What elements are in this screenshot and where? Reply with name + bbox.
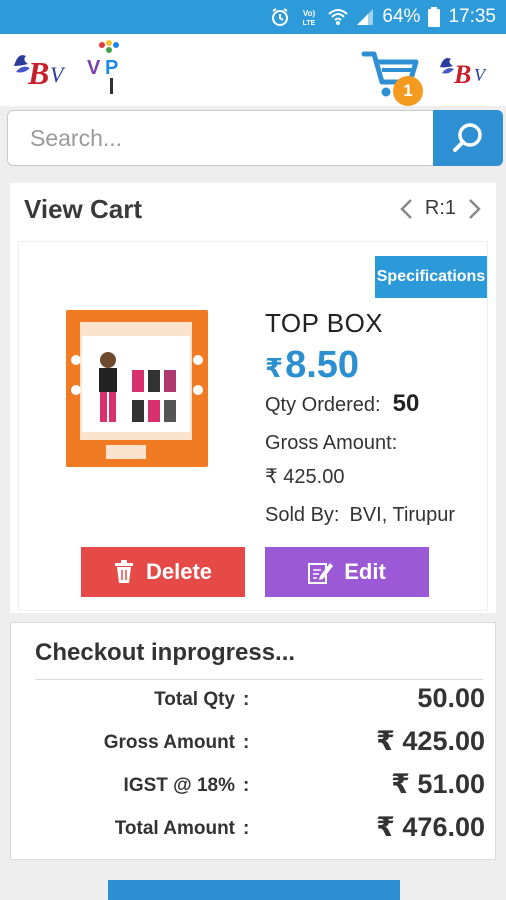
svg-text:Vo): Vo)	[303, 9, 316, 18]
search-icon	[453, 123, 482, 152]
summary-colon: :	[243, 775, 250, 796]
search-button[interactable]	[433, 110, 503, 166]
summary-value: ₹ 476.00	[376, 812, 485, 842]
product-price: ₹ 8.50	[265, 344, 359, 387]
svg-text:LTE: LTE	[303, 20, 316, 27]
app-header: B V V P 1 B V	[0, 34, 506, 106]
summary-row-total-qty: Total Qty : 50.00	[11, 683, 497, 723]
gross-amount-value: ₹ 425.00	[265, 466, 345, 488]
edit-label: Edit	[344, 559, 386, 584]
product-name: TOP BOX	[265, 308, 384, 338]
qty-ordered-value: 50	[392, 390, 420, 417]
svg-text:P: P	[105, 57, 118, 79]
summary-label: IGST @ 18%	[123, 775, 235, 796]
checkout-divider	[35, 679, 483, 680]
volte-icon: Vo) LTE	[303, 9, 316, 27]
cart-pager: R:1	[399, 197, 482, 220]
delete-button[interactable]: Delete	[81, 547, 245, 597]
clock: 17:35	[448, 6, 496, 27]
status-bar: Vo) LTE 64% 17:35	[0, 0, 506, 34]
svg-text:B: B	[27, 55, 49, 90]
summary-label: Total Amount	[114, 818, 235, 839]
summary-value: ₹ 51.00	[391, 769, 485, 799]
summary-label: Total Qty	[154, 689, 235, 710]
bv-logo-right[interactable]: B V	[436, 49, 496, 91]
page-indicator: R:1	[424, 197, 456, 219]
edit-button[interactable]: Edit	[265, 547, 429, 597]
checkout-summary-panel: Checkout inprogress... Total Qty : 50.00…	[10, 622, 496, 860]
svg-text:V: V	[50, 62, 66, 87]
summary-label: Gross Amount	[103, 732, 235, 753]
product-image[interactable]	[66, 310, 208, 467]
delete-label: Delete	[145, 559, 213, 584]
sold-by-row: Sold By: BVI, Tirupur	[265, 504, 455, 527]
summary-row-igst: IGST @ 18% : ₹ 51.00	[11, 769, 497, 809]
bv-logo[interactable]: B V	[10, 46, 72, 90]
chevron-left-icon[interactable]	[399, 198, 413, 220]
summary-row-total-amount: Total Amount : ₹ 476.00	[11, 812, 497, 852]
checkout-title: Checkout inprogress...	[35, 639, 296, 666]
view-cart-title: View Cart	[24, 194, 143, 224]
summary-colon: :	[243, 689, 250, 710]
gross-amount-label: Gross Amount:	[265, 432, 398, 454]
qty-ordered-row: Qty Ordered: 50	[265, 390, 419, 418]
search-input[interactable]	[8, 111, 433, 165]
signal-icon	[357, 9, 374, 25]
svg-text:V: V	[474, 65, 487, 85]
specifications-button[interactable]: Specifications	[375, 256, 487, 298]
sold-by-label: Sold By:	[265, 504, 340, 526]
svg-text:B: B	[453, 60, 471, 89]
view-cart-panel: View Cart R:1 Specifications TOP BOX ₹ 8…	[10, 183, 496, 613]
chevron-right-icon[interactable]	[468, 198, 482, 220]
summary-row-gross-amount: Gross Amount : ₹ 425.00	[11, 726, 497, 766]
svg-text:V: V	[87, 57, 101, 79]
price-value: 8.50	[285, 344, 360, 386]
qty-ordered-label: Qty Ordered:	[265, 394, 381, 416]
price-currency: ₹	[265, 353, 284, 383]
edit-icon	[308, 563, 334, 584]
battery-icon	[428, 7, 441, 27]
cart-count-badge: 1	[393, 76, 423, 106]
search-bar	[7, 110, 503, 166]
summary-value: 50.00	[417, 683, 485, 713]
summary-value: ₹ 425.00	[376, 726, 485, 756]
proceed-button[interactable]	[108, 880, 400, 900]
battery-percent: 64%	[382, 6, 421, 27]
cart-item-card: Specifications TOP BOX ₹ 8.50 Qty Ordere…	[18, 241, 488, 611]
alarm-icon	[272, 8, 289, 26]
sold-by-value: BVI, Tirupur	[349, 504, 456, 526]
vp-logo[interactable]: V P	[86, 40, 130, 96]
summary-colon: :	[243, 818, 250, 839]
wifi-icon	[328, 9, 349, 25]
trash-icon	[114, 560, 133, 583]
summary-colon: :	[243, 732, 250, 753]
